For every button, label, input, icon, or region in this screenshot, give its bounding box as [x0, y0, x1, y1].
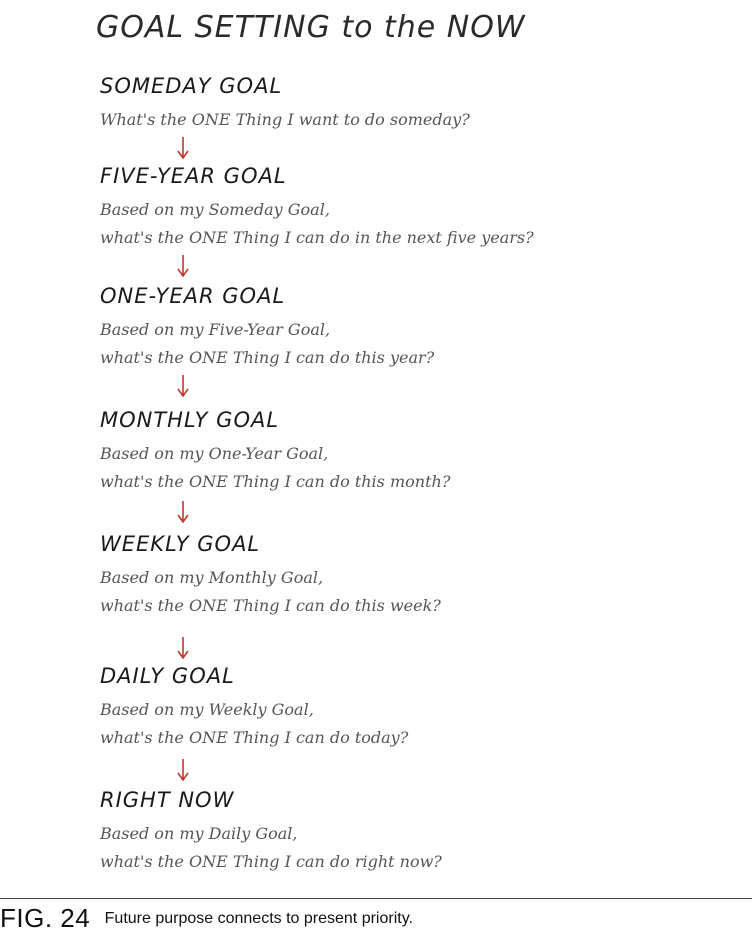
goal-line: what's the ONE Thing I can do in the nex…: [100, 228, 534, 247]
goal-heading: MONTHLY GOAL: [100, 408, 280, 432]
goal-one-year: ONE-YEAR GOAL Based on my Five-Year Goal…: [100, 284, 700, 372]
goal-heading: FIVE-YEAR GOAL: [100, 164, 287, 188]
down-arrow-icon: [176, 758, 190, 782]
caption-divider: [0, 898, 752, 899]
goal-someday: SOMEDAY GOAL What's the ONE Thing I want…: [100, 74, 700, 134]
down-arrow-icon: [176, 136, 190, 160]
figure-label: FIG. 24: [0, 903, 91, 933]
goal-monthly: MONTHLY GOAL Based on my One-Year Goal, …: [100, 408, 700, 496]
goal-right-now: RIGHT NOW Based on my Daily Goal, what's…: [100, 788, 700, 876]
down-arrow-icon: [176, 254, 190, 278]
down-arrow-icon: [176, 374, 190, 398]
goal-line: what's the ONE Thing I can do this year?: [100, 348, 435, 367]
goal-line: what's the ONE Thing I can do this month…: [100, 472, 451, 491]
down-arrow-icon: [176, 636, 190, 660]
goal-line: what's the ONE Thing I can do right now?: [100, 852, 442, 871]
goal-line: what's the ONE Thing I can do this week?: [100, 596, 441, 615]
goal-heading: RIGHT NOW: [100, 788, 235, 812]
figure-caption: FIG. 24 Future purpose connects to prese…: [0, 903, 413, 934]
goal-daily: DAILY GOAL Based on my Weekly Goal, what…: [100, 664, 700, 752]
goal-line: Based on my One-Year Goal,: [100, 444, 329, 463]
goal-heading: ONE-YEAR GOAL: [100, 284, 286, 308]
goal-line: Based on my Five-Year Goal,: [100, 320, 331, 339]
down-arrow-icon: [176, 500, 190, 524]
page-title: GOAL SETTING to the NOW: [96, 10, 526, 45]
goal-heading: WEEKLY GOAL: [100, 532, 261, 556]
goal-weekly: WEEKLY GOAL Based on my Monthly Goal, wh…: [100, 532, 700, 620]
goal-line: Based on my Monthly Goal,: [100, 568, 324, 587]
figure-caption-text: Future purpose connects to present prior…: [104, 909, 413, 927]
goal-line: Based on my Weekly Goal,: [100, 700, 314, 719]
goal-line: Based on my Daily Goal,: [100, 824, 298, 843]
goal-line: Based on my Someday Goal,: [100, 200, 330, 219]
goal-line: What's the ONE Thing I want to do someda…: [100, 110, 470, 129]
goal-line: what's the ONE Thing I can do today?: [100, 728, 409, 747]
goal-heading: DAILY GOAL: [100, 664, 235, 688]
goal-five-year: FIVE-YEAR GOAL Based on my Someday Goal,…: [100, 164, 700, 252]
goal-heading: SOMEDAY GOAL: [100, 74, 283, 98]
